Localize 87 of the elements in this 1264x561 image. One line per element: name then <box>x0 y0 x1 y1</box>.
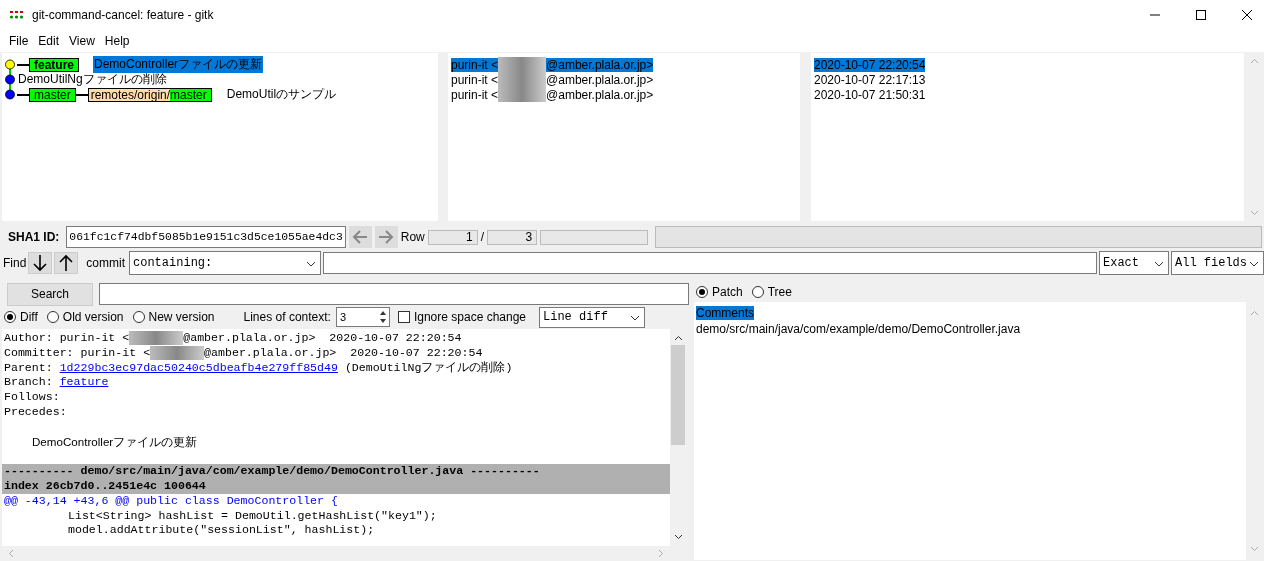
scroll-thumb[interactable] <box>671 345 685 445</box>
sha-field[interactable]: 061fc1cf74dbf5085b1e9151c3d5ce1055ae4dc3 <box>66 226 346 248</box>
find-down-button[interactable] <box>28 252 53 274</box>
diff-line: Committer: purin-it < <box>4 345 151 361</box>
file-list-item[interactable]: Comments <box>696 306 754 320</box>
author-email[interactable]: @amber.plala.or.jp> <box>546 72 654 87</box>
menu-item[interactable]: Help <box>99 34 135 48</box>
redaction-block <box>498 57 547 72</box>
commit-message[interactable]: DemoUtilNgファイルの削除 <box>17 71 168 88</box>
ignore-space-checkbox[interactable]: Ignore space change <box>397 310 526 324</box>
diff-line: (DemoUtilNgファイルの削除) <box>344 360 513 376</box>
row-separator: / <box>480 230 485 244</box>
spin-arrows-icon[interactable] <box>378 309 387 325</box>
redaction-block <box>150 346 205 361</box>
chevron-down-icon <box>306 261 316 267</box>
diff-line: Follows: <box>4 390 60 405</box>
row-label: Row <box>400 230 425 244</box>
commit-link[interactable]: feature <box>59 375 109 391</box>
connector-line <box>17 63 29 66</box>
window-title: git-command-cancel: feature - gitk <box>32 8 214 22</box>
diff-line: Branch: <box>4 375 53 391</box>
context-label: Lines of context: <box>243 310 331 324</box>
author-name[interactable]: purin-it < <box>451 57 499 72</box>
maximize-icon[interactable] <box>1195 9 1207 21</box>
scroll-left-icon[interactable] <box>8 549 14 558</box>
find-type-label: commit <box>86 256 125 270</box>
menu-item[interactable]: View <box>64 34 100 48</box>
commit-dot[interactable] <box>5 59 15 70</box>
diff-view-radio[interactable]: Old version <box>46 310 124 324</box>
diff-line: Author: purin-it < <box>4 331 130 346</box>
find-label: Find <box>3 256 27 270</box>
menu-item[interactable]: Edit <box>33 34 65 48</box>
chevron-down-icon <box>1154 261 1164 267</box>
author-email[interactable]: @amber.plala.or.jp> <box>546 57 654 72</box>
commit-message: DemoControllerファイルの更新 <box>32 434 198 450</box>
commit-date[interactable]: 2020-10-07 22:17:13 <box>814 72 926 87</box>
commit-dot[interactable] <box>5 89 15 100</box>
diff-view-radio[interactable]: Diff <box>4 310 38 324</box>
connector-line <box>75 93 88 96</box>
commit-link[interactable]: 1d229bc3ec97dac50240c5dbeafb4e279ff85d49 <box>59 360 338 376</box>
search-button[interactable]: Search <box>7 282 93 306</box>
diff-line: @amber.plala.or.jp> 2020-10-07 22:20:54 <box>183 331 462 346</box>
app-icon <box>9 10 25 20</box>
commit-message[interactable]: DemoUtilのサンプル <box>225 86 338 103</box>
commit-message[interactable]: DemoControllerファイルの更新 <box>93 56 264 73</box>
chevron-down-icon <box>1249 261 1259 267</box>
sha-label: SHA1 ID: <box>8 230 60 244</box>
view-mode-radio[interactable]: Patch <box>696 285 743 299</box>
commit-date[interactable]: 2020-10-07 21:50:31 <box>814 87 926 102</box>
hunk-header: @@ -43,14 +43,6 @@ public class DemoController { <box>4 493 338 509</box>
commit-date[interactable]: 2020-10-07 22:20:54 <box>814 57 926 72</box>
row-field: 1 <box>427 229 478 245</box>
find-up-button[interactable] <box>54 252 79 274</box>
diff-line: @amber.plala.or.jp> 2020-10-07 22:20:54 <box>204 345 483 361</box>
menu-item[interactable]: File <box>4 34 34 48</box>
branch-tag[interactable]: master <box>29 87 76 102</box>
scroll-down-icon[interactable] <box>673 534 683 540</box>
fields-dropdown[interactable]: All fields <box>1171 251 1264 275</box>
scroll-up-icon[interactable] <box>673 335 683 341</box>
total-field: 3 <box>487 229 538 245</box>
find-mode-dropdown[interactable]: containing: <box>129 251 321 275</box>
forward-button[interactable] <box>374 226 398 248</box>
author-name[interactable]: purin-it < <box>451 72 499 87</box>
scroll-right-icon[interactable] <box>658 549 664 558</box>
chevron-down-icon <box>630 314 640 321</box>
context-spinbox[interactable]: 3 <box>335 307 390 327</box>
file-header: ---------- demo/src/main/java/com/example/demo/DemoController.java ---------- <box>2 464 670 479</box>
diff-mode-dropdown[interactable]: Line diff <box>539 306 645 328</box>
find-field[interactable] <box>323 252 1097 274</box>
close-icon[interactable] <box>1241 9 1253 21</box>
view-mode-radio[interactable]: Tree <box>751 285 792 299</box>
diff-line: Precedes: <box>4 405 67 420</box>
match-dropdown[interactable]: Exact <box>1099 251 1169 275</box>
connector-line <box>17 93 29 96</box>
redaction-block <box>498 87 547 102</box>
redaction-block <box>129 331 184 346</box>
search-field[interactable] <box>99 283 689 305</box>
author-email[interactable]: @amber.plala.or.jp> <box>546 87 654 102</box>
author-name[interactable]: purin-it < <box>451 87 499 102</box>
branch-tag[interactable]: feature <box>29 57 79 72</box>
code-line: model.addAttribute("sessionList", hashList); <box>68 523 375 539</box>
diff-line: Parent: <box>4 360 53 376</box>
code-line: List<String> hashList = DemoUtil.getHashList("key1"); <box>68 508 437 524</box>
commit-dot[interactable] <box>5 74 15 85</box>
file-list-item[interactable]: demo/src/main/java/com/example/demo/DemoController.java <box>696 322 1021 336</box>
back-button[interactable] <box>348 226 372 248</box>
diff-view-radio[interactable]: New version <box>132 310 215 324</box>
